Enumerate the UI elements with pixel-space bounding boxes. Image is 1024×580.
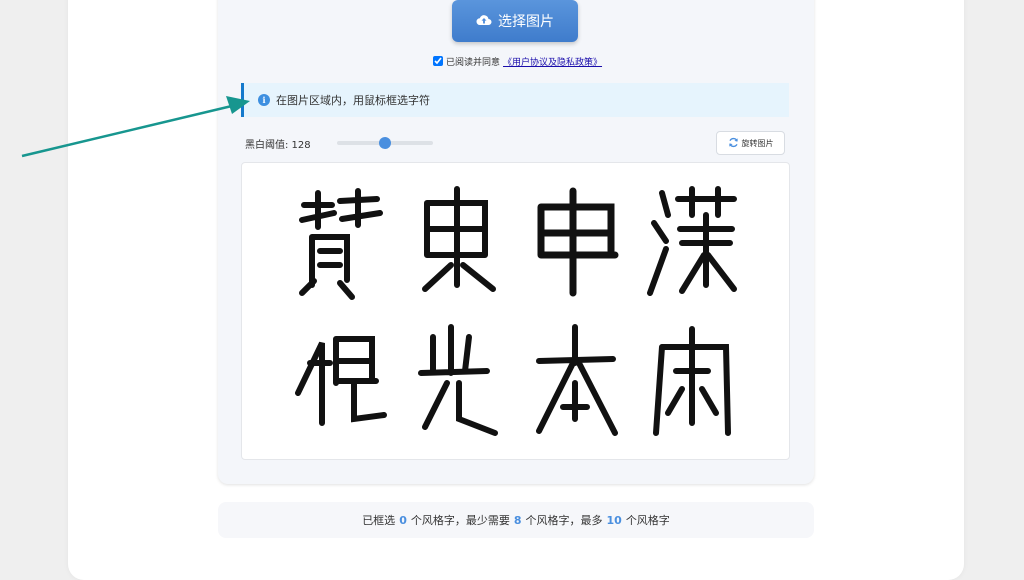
agreement-link[interactable]: 《用户协议及隐私政策》 <box>503 55 602 68</box>
selected-count: 0 <box>399 513 407 527</box>
rotate-image-button[interactable]: 旋转图片 <box>716 131 785 155</box>
cloud-upload-icon <box>476 13 492 30</box>
status-text-4: 个风格字 <box>625 514 670 527</box>
info-text: 在图片区域内，用鼠标框选字符 <box>276 94 430 107</box>
info-icon: i <box>258 94 270 106</box>
glyph-3 <box>527 185 627 305</box>
glyph-7 <box>527 323 627 443</box>
select-image-button[interactable]: 选择图片 <box>452 0 578 42</box>
selection-status-bar: 已框选 0 个风格字，最少需要 8 个风格字，最多 10 个风格字 <box>218 502 814 538</box>
select-image-label: 选择图片 <box>498 14 554 30</box>
min-count: 8 <box>513 513 522 527</box>
glyph-5 <box>292 323 392 443</box>
agreement-checkbox[interactable] <box>433 56 443 66</box>
status-text-2: 个风格字，最少需要 <box>410 514 510 527</box>
refresh-icon <box>728 137 739 150</box>
glyph-1 <box>292 185 392 305</box>
status-text-3: 个风格字，最多 <box>525 514 603 527</box>
glyph-6 <box>407 323 507 443</box>
glyph-2 <box>407 185 507 305</box>
glyph-4 <box>642 185 742 305</box>
status-text-1: 已框选 <box>362 514 396 527</box>
glyph-8 <box>642 323 742 443</box>
rotate-image-label: 旋转图片 <box>741 138 774 148</box>
agreement-row: 已阅读并同意 《用户协议及隐私政策》 <box>433 54 602 68</box>
max-count: 10 <box>606 513 622 527</box>
calligraphy-image[interactable] <box>241 162 790 460</box>
agreement-text: 已阅读并同意 <box>446 57 501 68</box>
threshold-slider[interactable] <box>337 137 433 149</box>
info-banner: i 在图片区域内，用鼠标框选字符 <box>241 83 789 117</box>
threshold-label: 黑白阈值: 128 <box>245 140 311 151</box>
